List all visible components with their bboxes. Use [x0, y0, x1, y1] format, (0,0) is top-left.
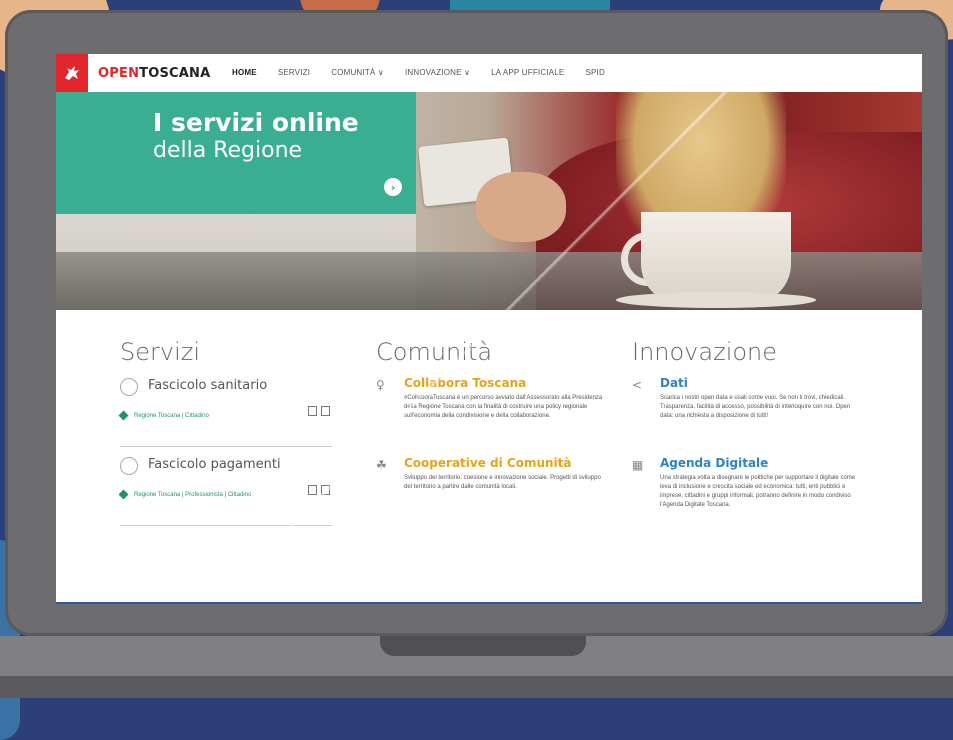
lightbulb-icon: ♀	[376, 378, 385, 392]
servizi-section: Servizi Fascicolo sanitario Regione Tosc…	[118, 338, 360, 526]
service-actions	[308, 406, 330, 416]
hero-photo-saucer	[616, 292, 816, 308]
comunita-item[interactable]: ♀ Collabora Toscana #CollaboraToscana è …	[376, 376, 616, 456]
servizi-title: Servizi	[120, 338, 201, 366]
pegasus-icon	[65, 66, 79, 80]
navbar: OPENTOSCANA HOME SERVIZI COMUNITÀ ∨ INNO…	[56, 54, 922, 92]
nav-menu: HOME SERVIZI COMUNITÀ ∨ INNOVAZIONE ∨ LA…	[232, 68, 626, 77]
service-title[interactable]: Fascicolo pagamenti	[148, 457, 281, 472]
hero-photo-hand	[476, 172, 566, 242]
toscana-logo[interactable]	[56, 54, 88, 92]
innovazione-item[interactable]: < Dati Scarica i nostri open data e usal…	[632, 376, 872, 456]
service-card[interactable]: Fascicolo sanitario Regione Toscana | Ci…	[118, 376, 332, 447]
item-title[interactable]: Agenda Digitale	[660, 456, 872, 470]
brand-mid: PEN	[109, 66, 140, 81]
folder-icon	[120, 378, 138, 396]
laptop-notch	[380, 636, 586, 656]
innovazione-title: Innovazione	[632, 338, 778, 366]
hero-title: I servizi online	[153, 108, 359, 137]
service-tags[interactable]: Regione Toscana | Professionista | Citta…	[134, 491, 254, 500]
tag-icon	[118, 410, 129, 421]
chevron-right-icon[interactable]: ›	[384, 178, 402, 196]
folder-icon	[120, 457, 138, 475]
hero-photo-cup	[641, 212, 791, 304]
nav-item-innovazione[interactable]: INNOVAZIONE ∨	[405, 68, 470, 77]
hero-subtitle: della Regione	[153, 138, 303, 163]
card-icon[interactable]	[321, 406, 330, 416]
item-text: #CollaboraToscana è un percorso avviato …	[404, 395, 603, 419]
innovazione-item[interactable]: ▦ Agenda Digitale Una strategia volta a …	[632, 456, 872, 536]
nav-item-servizi[interactable]: SERVIZI	[278, 68, 310, 77]
comunita-item[interactable]: ☘ Cooperative di Comunità Sviluppo del t…	[376, 456, 616, 536]
comunita-section: Comunità ♀ Collabora Toscana #CollaboraT…	[376, 338, 616, 536]
nav-item-spid[interactable]: SPID	[585, 68, 604, 77]
item-text: Scarica i nostri open data e usali come …	[660, 395, 851, 419]
brand-name[interactable]: OPENTOSCANA	[98, 66, 210, 81]
website-screen: OPENTOSCANA HOME SERVIZI COMUNITÀ ∨ INNO…	[56, 54, 922, 604]
nav-item-home[interactable]: HOME	[232, 68, 257, 77]
comunita-title: Comunità	[376, 338, 493, 366]
cooperative-icon: ☘	[376, 458, 387, 472]
service-tags[interactable]: Regione Toscana | Cittadino	[134, 412, 254, 421]
service-title[interactable]: Fascicolo sanitario	[148, 378, 267, 393]
service-actions	[308, 485, 330, 495]
item-title[interactable]: Collabora Toscana	[404, 376, 616, 390]
hero-panel: I servizi online della Regione ›	[56, 92, 416, 214]
service-card[interactable]: Fascicolo pagamenti Regione Toscana | Pr…	[118, 455, 332, 526]
tag-icon	[118, 489, 129, 500]
item-text: Una strategia volta a disegnare le polit…	[660, 475, 856, 508]
brand-prefix: O	[98, 66, 110, 81]
nav-item-comunita[interactable]: COMUNITÀ ∨	[331, 68, 384, 77]
brand-suffix: TOSCANA	[139, 66, 211, 81]
calendar-icon: ▦	[632, 458, 644, 472]
item-title[interactable]: Dati	[660, 376, 872, 390]
card-icon[interactable]	[321, 485, 330, 495]
share-icon: <	[632, 378, 643, 392]
item-title[interactable]: Cooperative di Comunità	[404, 456, 616, 470]
innovazione-section: Innovazione < Dati Scarica i nostri open…	[632, 338, 872, 536]
user-icon[interactable]	[308, 406, 317, 416]
item-text: Sviluppo del territorio: coesione e inno…	[404, 475, 601, 490]
nav-item-app[interactable]: LA APP UFFICIALE	[491, 68, 564, 77]
user-icon[interactable]	[308, 485, 317, 495]
